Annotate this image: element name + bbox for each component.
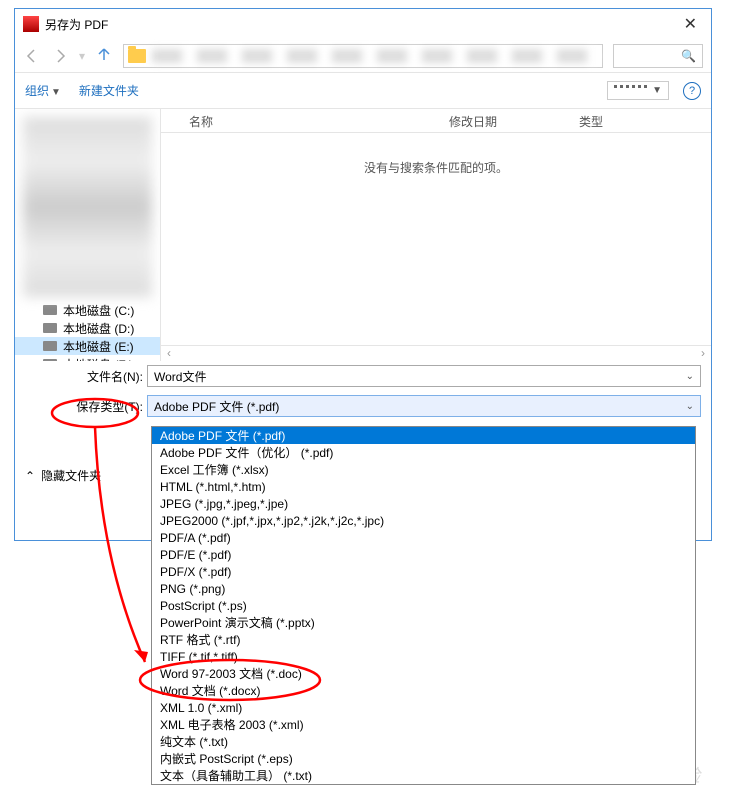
scroll-right-icon[interactable]: › [695,346,711,361]
sidebar: 本地磁盘 (C:) 本地磁盘 (D:) 本地磁盘 (E:) 本地磁盘 (F:) [15,109,161,361]
filetype-option[interactable]: Word 97-2003 文档 (*.doc) [152,665,695,682]
filetype-option[interactable]: JPEG2000 (*.jpf,*.jpx,*.jp2,*.j2k,*.j2c,… [152,512,695,529]
filetype-option[interactable]: 内嵌式 PostScript (*.eps) [152,750,695,767]
filetype-option[interactable]: PostScript (*.ps) [152,597,695,614]
up-button[interactable] [95,45,113,66]
filetype-option[interactable]: PDF/X (*.pdf) [152,563,695,580]
folder-icon [128,49,146,63]
column-modified[interactable]: 修改日期 [445,109,575,132]
nav-separator: ▾ [79,49,85,63]
drive-icon [43,323,57,333]
filetype-option[interactable]: Word 文档 (*.docx) [152,682,695,699]
chevron-down-icon: ⌃ [25,469,35,483]
empty-folder-message: 没有与搜索条件匹配的项。 [161,133,711,202]
filename-row: 文件名(N): Word文件 ⌄ [15,361,711,391]
filetype-option[interactable]: PDF/E (*.pdf) [152,546,695,563]
filetype-option[interactable]: XML 电子表格 2003 (*.xml) [152,716,695,733]
drive-icon [43,341,57,351]
filetype-option[interactable]: XML 1.0 (*.xml) [152,699,695,716]
filetype-option[interactable]: Adobe PDF 文件（优化） (*.pdf) [152,444,695,461]
filetype-option[interactable]: 文本（具备辅助工具） (*.txt) [152,767,695,784]
hide-folders-toggle[interactable]: ⌃ 隐藏文件夹 [25,467,101,484]
new-folder-button[interactable]: 新建文件夹 [79,82,139,99]
titlebar: 另存为 PDF ✕ [15,9,711,39]
savetype-row: 保存类型(T): Adobe PDF 文件 (*.pdf) ⌄ [15,391,711,421]
savetype-label: 保存类型(T): [25,398,143,415]
close-button[interactable]: ✕ [678,14,703,34]
window-title: 另存为 PDF [45,16,678,33]
horizontal-scrollbar[interactable]: ‹ › [161,345,711,361]
filetype-option[interactable]: HTML (*.html,*.htm) [152,478,695,495]
chevron-down-icon[interactable]: ⌄ [686,371,694,382]
annotation-arrowhead [134,650,148,662]
drive-icon [43,359,57,361]
column-name[interactable]: 名称 [181,109,445,132]
search-icon: 🔍 [681,49,696,63]
column-headers: 名称 修改日期 类型 [161,109,711,133]
drive-f[interactable]: 本地磁盘 (F:) [15,355,160,361]
file-list: 名称 修改日期 类型 没有与搜索条件匹配的项。 ‹ › [161,109,711,361]
drive-d[interactable]: 本地磁盘 (D:) [15,319,160,337]
drive-icon [43,305,57,315]
filetype-option[interactable]: PNG (*.png) [152,580,695,597]
filetype-option[interactable]: PowerPoint 演示文稿 (*.pptx) [152,614,695,631]
search-box[interactable]: 🔍 [613,44,703,68]
help-button[interactable]: ? [683,82,701,100]
column-type[interactable]: 类型 [575,109,607,132]
filetype-option[interactable]: RTF 格式 (*.rtf) [152,631,695,648]
organize-button[interactable]: 组织▼ [25,82,61,99]
savetype-combo[interactable]: Adobe PDF 文件 (*.pdf) ⌄ [147,395,701,417]
pdf-app-icon [23,16,39,32]
drive-c[interactable]: 本地磁盘 (C:) [15,301,160,319]
filename-label: 文件名(N): [25,368,143,385]
view-options-button[interactable]: ▼ [607,81,669,100]
filetype-option[interactable]: TIFF (*.tif,*.tiff) [152,648,695,665]
filetype-option[interactable]: 纯文本 (*.txt) [152,733,695,750]
filename-input[interactable]: Word文件 ⌄ [147,365,701,387]
sidebar-blurred-items [23,117,152,297]
back-button[interactable] [23,47,41,65]
content-area: 本地磁盘 (C:) 本地磁盘 (D:) 本地磁盘 (E:) 本地磁盘 (F:) … [15,109,711,361]
filetype-option[interactable]: PDF/A (*.pdf) [152,529,695,546]
filetype-option[interactable]: Adobe PDF 文件 (*.pdf) [152,427,695,444]
forward-button[interactable] [51,47,69,65]
filetype-option[interactable]: Excel 工作簿 (*.xlsx) [152,461,695,478]
path-text-blurred [152,49,598,63]
nav-toolbar: ▾ 🔍 [15,39,711,73]
address-bar[interactable] [123,44,603,68]
chevron-down-icon[interactable]: ⌄ [686,401,694,412]
drive-e[interactable]: 本地磁盘 (E:) [15,337,160,355]
savetype-dropdown-list[interactable]: Adobe PDF 文件 (*.pdf)Adobe PDF 文件（优化） (*.… [151,426,696,785]
scroll-left-icon[interactable]: ‹ [161,346,177,361]
toolbar: 组织▼ 新建文件夹 ▼ ? [15,73,711,109]
filetype-option[interactable]: JPEG (*.jpg,*.jpeg,*.jpe) [152,495,695,512]
